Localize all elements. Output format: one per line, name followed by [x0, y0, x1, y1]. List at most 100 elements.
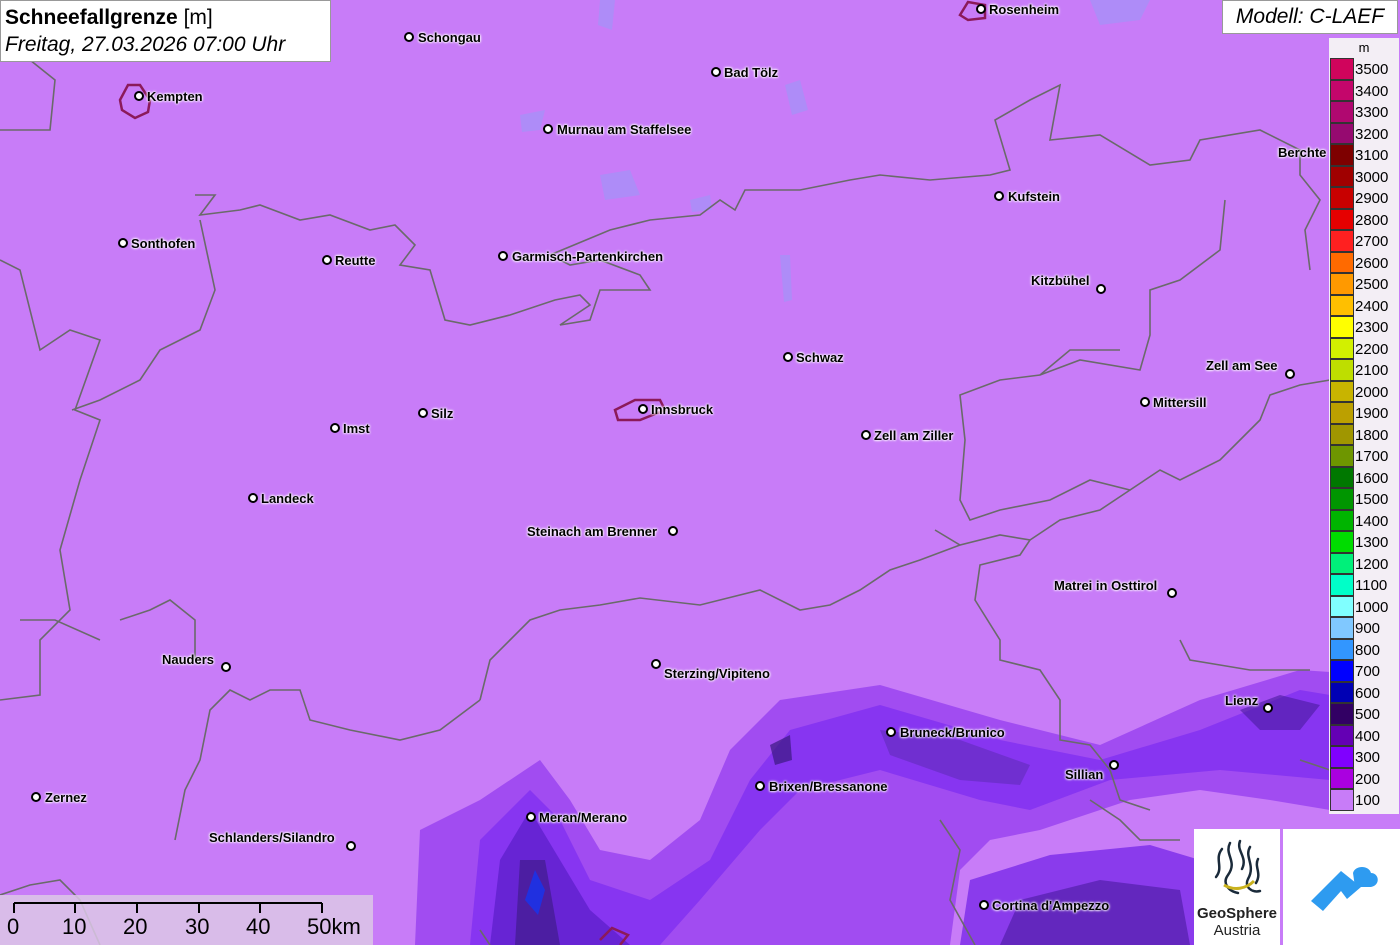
legend-entry: 1800: [1329, 423, 1399, 445]
map-title: Schneefallgrenze: [5, 6, 178, 29]
place-marker: [248, 493, 258, 503]
place-label: Rosenheim: [989, 2, 1060, 17]
place-marker: [134, 91, 144, 101]
map-subtitle: Freitag, 27.03.2026 07:00 Uhr: [5, 33, 286, 56]
legend-swatch: [1330, 703, 1354, 725]
place-marker: [330, 423, 340, 433]
legend-label: 2300: [1355, 319, 1389, 336]
geosphere-country: Austria: [1213, 922, 1261, 939]
legend-label: 2000: [1355, 383, 1389, 401]
legend-swatch: [1330, 466, 1354, 488]
legend-entry: 900: [1329, 617, 1399, 639]
place-label: Berchte: [1278, 145, 1327, 160]
legend-label: 600: [1355, 684, 1381, 702]
legend-entry: 1400: [1329, 509, 1399, 531]
weather-app-logo[interactable]: [1283, 829, 1400, 945]
place-label: Bruneck/Brunico: [900, 725, 1005, 740]
legend-swatch: [1330, 359, 1354, 381]
place-label: Kempten: [147, 89, 203, 104]
legend-entry: 600: [1329, 681, 1399, 703]
place-marker: [1285, 369, 1295, 379]
legend-label: 100: [1355, 792, 1381, 809]
legend-label: 2400: [1355, 297, 1389, 315]
legend-label: 700: [1355, 663, 1381, 680]
legend-entry: 3400: [1329, 79, 1399, 101]
legend-label: 2600: [1355, 254, 1389, 272]
geosphere-swirl-icon: [1214, 839, 1262, 895]
place-marker: [861, 430, 871, 440]
place-label: Zernez: [45, 790, 87, 805]
legend-entry: 2000: [1329, 380, 1399, 402]
legend-swatch: [1330, 595, 1354, 617]
legend-swatch: [1330, 337, 1354, 359]
legend-entry: 2600: [1329, 251, 1399, 273]
place-label: Meran/Merano: [539, 810, 628, 825]
place-marker: [1109, 760, 1119, 770]
place-label: Cortina d'Ampezzo: [992, 898, 1110, 913]
legend-entry: 1500: [1329, 488, 1399, 510]
place-label: Zell am Ziller: [874, 428, 954, 443]
legend-entry: 3100: [1329, 144, 1399, 166]
legend-swatch: [1330, 423, 1354, 445]
legend-entry: 2400: [1329, 294, 1399, 316]
legend-label: 2200: [1355, 340, 1389, 358]
place-label: Kufstein: [1008, 189, 1060, 204]
place-label: Landeck: [261, 491, 314, 506]
place-marker: [322, 255, 332, 265]
legend-label: 1900: [1355, 405, 1389, 422]
place-label: Garmisch-Partenkirchen: [512, 249, 664, 264]
legend-entry: 2900: [1329, 187, 1399, 209]
place-marker: [118, 238, 128, 248]
scale-label: 30: [185, 914, 210, 939]
place-label: Reutte: [335, 253, 376, 268]
legend-entry: 400: [1329, 724, 1399, 746]
legend-entry: 1700: [1329, 445, 1399, 467]
legend-label: 300: [1355, 749, 1381, 766]
legend-entry: 500: [1329, 703, 1399, 725]
legend-entry: 3300: [1329, 101, 1399, 123]
model-label: Modell: C-LAEF: [1222, 0, 1398, 34]
legend-label: 900: [1355, 620, 1381, 637]
legend-label: 3100: [1355, 147, 1389, 164]
legend-entry: 2200: [1329, 337, 1399, 359]
legend-label: 400: [1355, 727, 1381, 745]
legend-swatch: [1330, 208, 1354, 230]
place-label: Lienz: [1225, 693, 1259, 708]
legend-swatch: [1330, 531, 1354, 553]
legend-swatch: [1330, 380, 1354, 402]
legend-entry: 300: [1329, 746, 1399, 768]
legend-swatch: [1330, 165, 1354, 187]
legend-swatch: [1330, 101, 1354, 123]
scale-label: 50km: [307, 914, 361, 939]
legend-swatch: [1330, 187, 1354, 209]
place-marker: [1096, 284, 1106, 294]
legend-swatch: [1330, 509, 1354, 531]
place-label: Brixen/Bressanone: [769, 779, 888, 794]
legend-entry: 1000: [1329, 595, 1399, 617]
place-marker: [498, 251, 508, 261]
legend-label: 2700: [1355, 233, 1389, 250]
legend-entry: 3000: [1329, 165, 1399, 187]
geosphere-logo[interactable]: GeoSphere Austria: [1194, 829, 1280, 945]
place-label: Schongau: [418, 30, 481, 45]
place-marker: [1263, 703, 1273, 713]
place-marker: [404, 32, 414, 42]
legend-entry: 2700: [1329, 230, 1399, 252]
legend-label: 1500: [1355, 491, 1389, 508]
legend-swatch: [1330, 294, 1354, 316]
scale-label: 10: [62, 914, 87, 939]
legend-entry: 3500: [1329, 58, 1399, 80]
place-marker: [31, 792, 41, 802]
legend-label: 1100: [1355, 577, 1388, 594]
scale-label: 0: [7, 914, 20, 939]
place-marker: [221, 662, 231, 672]
place-label: Innsbruck: [651, 402, 714, 417]
legend-label: 3200: [1355, 125, 1389, 143]
place-marker: [755, 781, 765, 791]
place-label: Sonthofen: [131, 236, 196, 251]
place-label: Imst: [343, 421, 370, 436]
legend-entry: 2300: [1329, 316, 1399, 338]
legend-label: 200: [1355, 770, 1381, 788]
legend-label: 3500: [1355, 61, 1389, 78]
place-marker: [418, 408, 428, 418]
